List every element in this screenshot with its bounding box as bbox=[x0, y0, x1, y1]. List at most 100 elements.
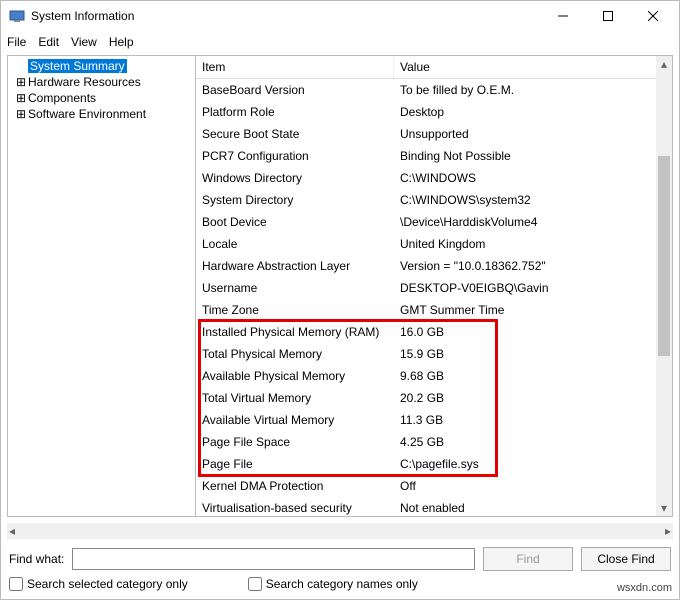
scroll-up-icon[interactable]: ▴ bbox=[656, 56, 672, 72]
list-row[interactable]: Virtualisation-based securityNot enabled bbox=[196, 497, 672, 516]
tree-item-label: Hardware Resources bbox=[28, 75, 141, 89]
close-button[interactable] bbox=[630, 2, 675, 31]
list-row[interactable]: Platform RoleDesktop bbox=[196, 101, 672, 123]
cell-value: C:\WINDOWS bbox=[394, 169, 672, 187]
cell-value: \Device\HarddiskVolume4 bbox=[394, 213, 672, 231]
cell-item: Page File bbox=[196, 455, 394, 473]
cell-value: United Kingdom bbox=[394, 235, 672, 253]
scroll-left-icon[interactable]: ◂ bbox=[9, 524, 15, 538]
chk-selected-category[interactable]: Search selected category only bbox=[9, 577, 188, 591]
close-find-button[interactable]: Close Find bbox=[581, 547, 671, 571]
list-row[interactable]: Hardware Abstraction LayerVersion = "10.… bbox=[196, 255, 672, 277]
cell-value: To be filled by O.E.M. bbox=[394, 81, 672, 99]
cell-item: Time Zone bbox=[196, 301, 394, 319]
cell-item: Installed Physical Memory (RAM) bbox=[196, 323, 394, 341]
menu-view[interactable]: View bbox=[71, 35, 97, 49]
list-rows: BaseBoard VersionTo be filled by O.E.M.P… bbox=[196, 79, 672, 516]
list-row[interactable]: LocaleUnited Kingdom bbox=[196, 233, 672, 255]
tree-item[interactable]: System Summary bbox=[8, 58, 195, 74]
content-area: System Summary⊞Hardware Resources⊞Compon… bbox=[7, 55, 673, 517]
tree-expander-icon[interactable]: ⊞ bbox=[14, 75, 28, 89]
cell-item: Page File Space bbox=[196, 433, 394, 451]
cell-value: GMT Summer Time bbox=[394, 301, 672, 319]
cell-value: 9.68 GB bbox=[394, 367, 672, 385]
cell-value: 20.2 GB bbox=[394, 389, 672, 407]
find-label: Find what: bbox=[9, 552, 64, 566]
category-tree[interactable]: System Summary⊞Hardware Resources⊞Compon… bbox=[8, 56, 196, 516]
chk-selected-category-box[interactable] bbox=[9, 577, 23, 591]
cell-item: Secure Boot State bbox=[196, 125, 394, 143]
list-row[interactable]: Secure Boot StateUnsupported bbox=[196, 123, 672, 145]
cell-item: Virtualisation-based security bbox=[196, 499, 394, 516]
cell-value: Binding Not Possible bbox=[394, 147, 672, 165]
find-button[interactable]: Find bbox=[483, 547, 573, 571]
cell-item: Boot Device bbox=[196, 213, 394, 231]
cell-item: Locale bbox=[196, 235, 394, 253]
cell-item: Total Physical Memory bbox=[196, 345, 394, 363]
scroll-down-icon[interactable]: ▾ bbox=[656, 500, 672, 516]
list-row[interactable]: Kernel DMA ProtectionOff bbox=[196, 475, 672, 497]
list-row[interactable]: Page File Space4.25 GB bbox=[196, 431, 672, 453]
tree-expander-icon[interactable]: ⊞ bbox=[14, 91, 28, 105]
chk-category-names[interactable]: Search category names only bbox=[248, 577, 418, 591]
menu-help[interactable]: Help bbox=[109, 35, 134, 49]
tree-item[interactable]: ⊞Software Environment bbox=[8, 106, 195, 122]
maximize-button[interactable] bbox=[585, 2, 630, 31]
cell-value: C:\WINDOWS\system32 bbox=[394, 191, 672, 209]
cell-value: 15.9 GB bbox=[394, 345, 672, 363]
find-input[interactable] bbox=[72, 548, 475, 570]
header-value[interactable]: Value bbox=[394, 56, 672, 78]
list-row[interactable]: Boot Device\Device\HarddiskVolume4 bbox=[196, 211, 672, 233]
cell-value: Off bbox=[394, 477, 672, 495]
app-icon bbox=[9, 8, 25, 24]
tree-item[interactable]: ⊞Hardware Resources bbox=[8, 74, 195, 90]
menu-file[interactable]: File bbox=[7, 35, 26, 49]
list-row[interactable]: Total Physical Memory15.9 GB bbox=[196, 343, 672, 365]
window-title: System Information bbox=[31, 9, 540, 23]
horizontal-scrollbar[interactable]: ◂ ▸ bbox=[7, 523, 673, 539]
list-row[interactable]: Total Virtual Memory20.2 GB bbox=[196, 387, 672, 409]
list-row[interactable]: Windows DirectoryC:\WINDOWS bbox=[196, 167, 672, 189]
chk-category-names-box[interactable] bbox=[248, 577, 262, 591]
cell-item: BaseBoard Version bbox=[196, 81, 394, 99]
menubar: File Edit View Help bbox=[1, 31, 679, 53]
scroll-right-icon[interactable]: ▸ bbox=[665, 524, 671, 538]
cell-item: Username bbox=[196, 279, 394, 297]
find-options: Search selected category only Search cat… bbox=[1, 575, 679, 599]
cell-item: Available Physical Memory bbox=[196, 367, 394, 385]
list-row[interactable]: BaseBoard VersionTo be filled by O.E.M. bbox=[196, 79, 672, 101]
tree-item[interactable]: ⊞Components bbox=[8, 90, 195, 106]
list-row[interactable]: Page FileC:\pagefile.sys bbox=[196, 453, 672, 475]
system-information-window: System Information File Edit View Help S… bbox=[0, 0, 680, 600]
cell-item: Available Virtual Memory bbox=[196, 411, 394, 429]
cell-value: 4.25 GB bbox=[394, 433, 672, 451]
cell-value: C:\pagefile.sys bbox=[394, 455, 672, 473]
list-row[interactable]: UsernameDESKTOP-V0EIGBQ\Gavin bbox=[196, 277, 672, 299]
list-row[interactable]: Installed Physical Memory (RAM)16.0 GB bbox=[196, 321, 672, 343]
list-row[interactable]: Available Virtual Memory11.3 GB bbox=[196, 409, 672, 431]
cell-value: Not enabled bbox=[394, 499, 672, 516]
titlebar: System Information bbox=[1, 1, 679, 31]
cell-item: Platform Role bbox=[196, 103, 394, 121]
watermark: wsxdn.com bbox=[617, 582, 672, 594]
tree-item-label: System Summary bbox=[28, 59, 127, 73]
tree-expander-icon[interactable]: ⊞ bbox=[14, 107, 28, 121]
cell-item: Kernel DMA Protection bbox=[196, 477, 394, 495]
tree-item-label: Software Environment bbox=[28, 107, 146, 121]
scroll-thumb[interactable] bbox=[658, 156, 670, 356]
list-row[interactable]: Available Physical Memory9.68 GB bbox=[196, 365, 672, 387]
minimize-button[interactable] bbox=[540, 2, 585, 31]
cell-value: Desktop bbox=[394, 103, 672, 121]
vertical-scrollbar[interactable]: ▴ ▾ bbox=[656, 56, 672, 516]
cell-item: Total Virtual Memory bbox=[196, 389, 394, 407]
cell-item: Hardware Abstraction Layer bbox=[196, 257, 394, 275]
list-row[interactable]: Time ZoneGMT Summer Time bbox=[196, 299, 672, 321]
menu-edit[interactable]: Edit bbox=[38, 35, 59, 49]
list-row[interactable]: PCR7 ConfigurationBinding Not Possible bbox=[196, 145, 672, 167]
cell-value: 16.0 GB bbox=[394, 323, 672, 341]
details-list[interactable]: Item Value BaseBoard VersionTo be filled… bbox=[196, 56, 672, 516]
list-row[interactable]: System DirectoryC:\WINDOWS\system32 bbox=[196, 189, 672, 211]
header-item[interactable]: Item bbox=[196, 56, 394, 78]
cell-item: Windows Directory bbox=[196, 169, 394, 187]
cell-item: System Directory bbox=[196, 191, 394, 209]
